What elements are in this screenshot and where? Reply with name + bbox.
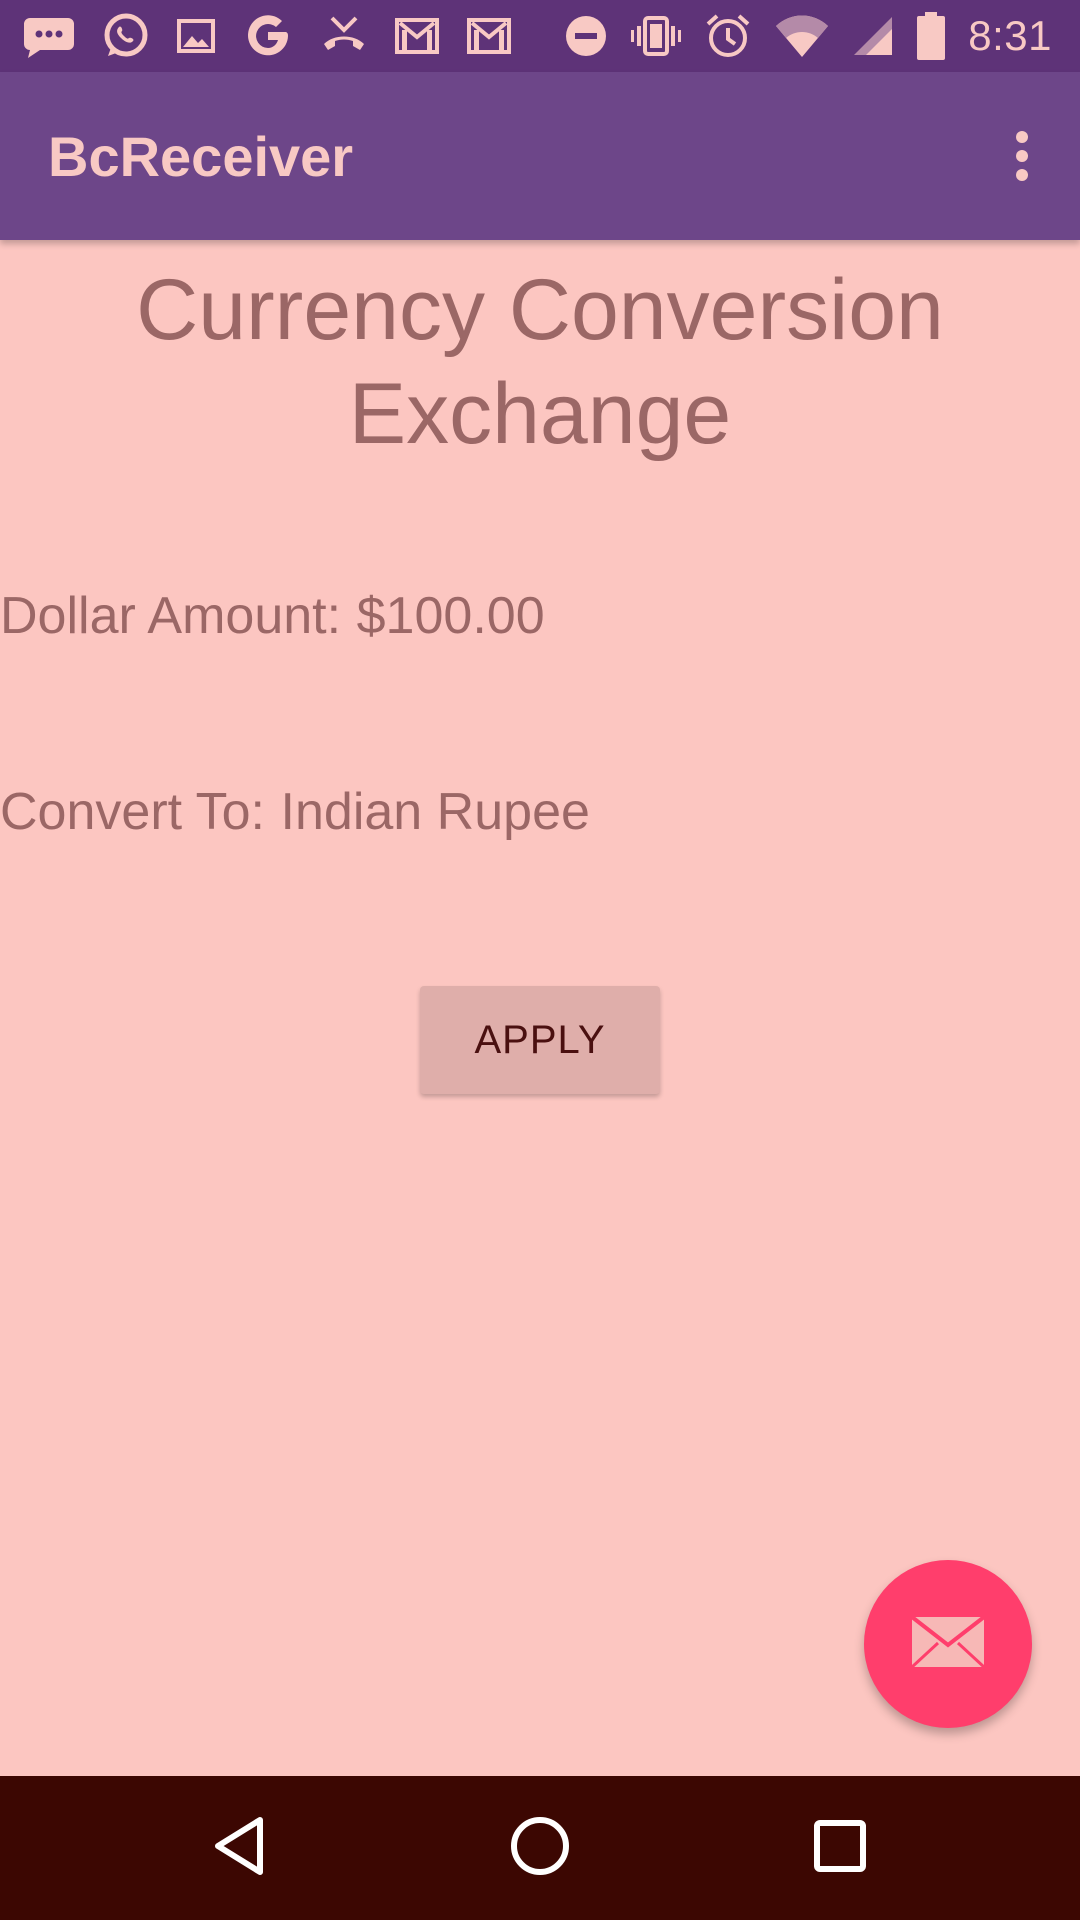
notification-icons	[22, 0, 512, 72]
convert-to-value: Indian Rupee	[280, 783, 590, 841]
back-button[interactable]	[168, 1776, 312, 1920]
dollar-amount-value: $100.00	[356, 587, 545, 645]
back-icon	[212, 1816, 268, 1881]
gallery-icon	[176, 16, 216, 56]
system-icons: 8:31	[564, 0, 1052, 72]
do-not-disturb-icon	[564, 14, 608, 58]
alarm-icon	[704, 12, 752, 60]
dollar-amount-row: Dollar Amount: $100.00	[0, 586, 545, 646]
clock: 8:31	[968, 12, 1052, 59]
battery-icon	[916, 12, 946, 60]
mail-fab-button[interactable]	[864, 1560, 1032, 1728]
missed-call-icon	[320, 14, 368, 58]
gmail-icon	[466, 16, 512, 56]
dollar-amount-label: Dollar Amount:	[0, 587, 342, 645]
app-bar: BcReceiver	[0, 72, 1080, 240]
mail-icon	[910, 1614, 986, 1674]
home-icon	[510, 1816, 570, 1881]
vibrate-icon	[630, 14, 682, 58]
sms-icon	[22, 14, 76, 58]
page-title: Currency Conversion Exchange	[136, 262, 944, 462]
google-icon	[242, 10, 294, 62]
convert-to-row: Convert To: Indian Rupee	[0, 782, 590, 842]
recents-icon	[813, 1819, 867, 1878]
status-bar: 8:31	[0, 0, 1080, 72]
recents-button[interactable]	[768, 1776, 912, 1920]
app-title: BcReceiver	[48, 125, 354, 188]
gmail-icon	[394, 16, 440, 56]
convert-to-label: Convert To:	[0, 783, 265, 841]
whatsapp-icon	[102, 12, 150, 60]
wifi-icon	[774, 14, 830, 58]
apply-button[interactable]: APPLY	[420, 986, 660, 1094]
navigation-bar	[0, 1776, 1080, 1920]
home-button[interactable]	[468, 1776, 612, 1920]
cell-signal-icon	[852, 15, 894, 57]
more-vert-icon[interactable]	[994, 126, 1050, 186]
